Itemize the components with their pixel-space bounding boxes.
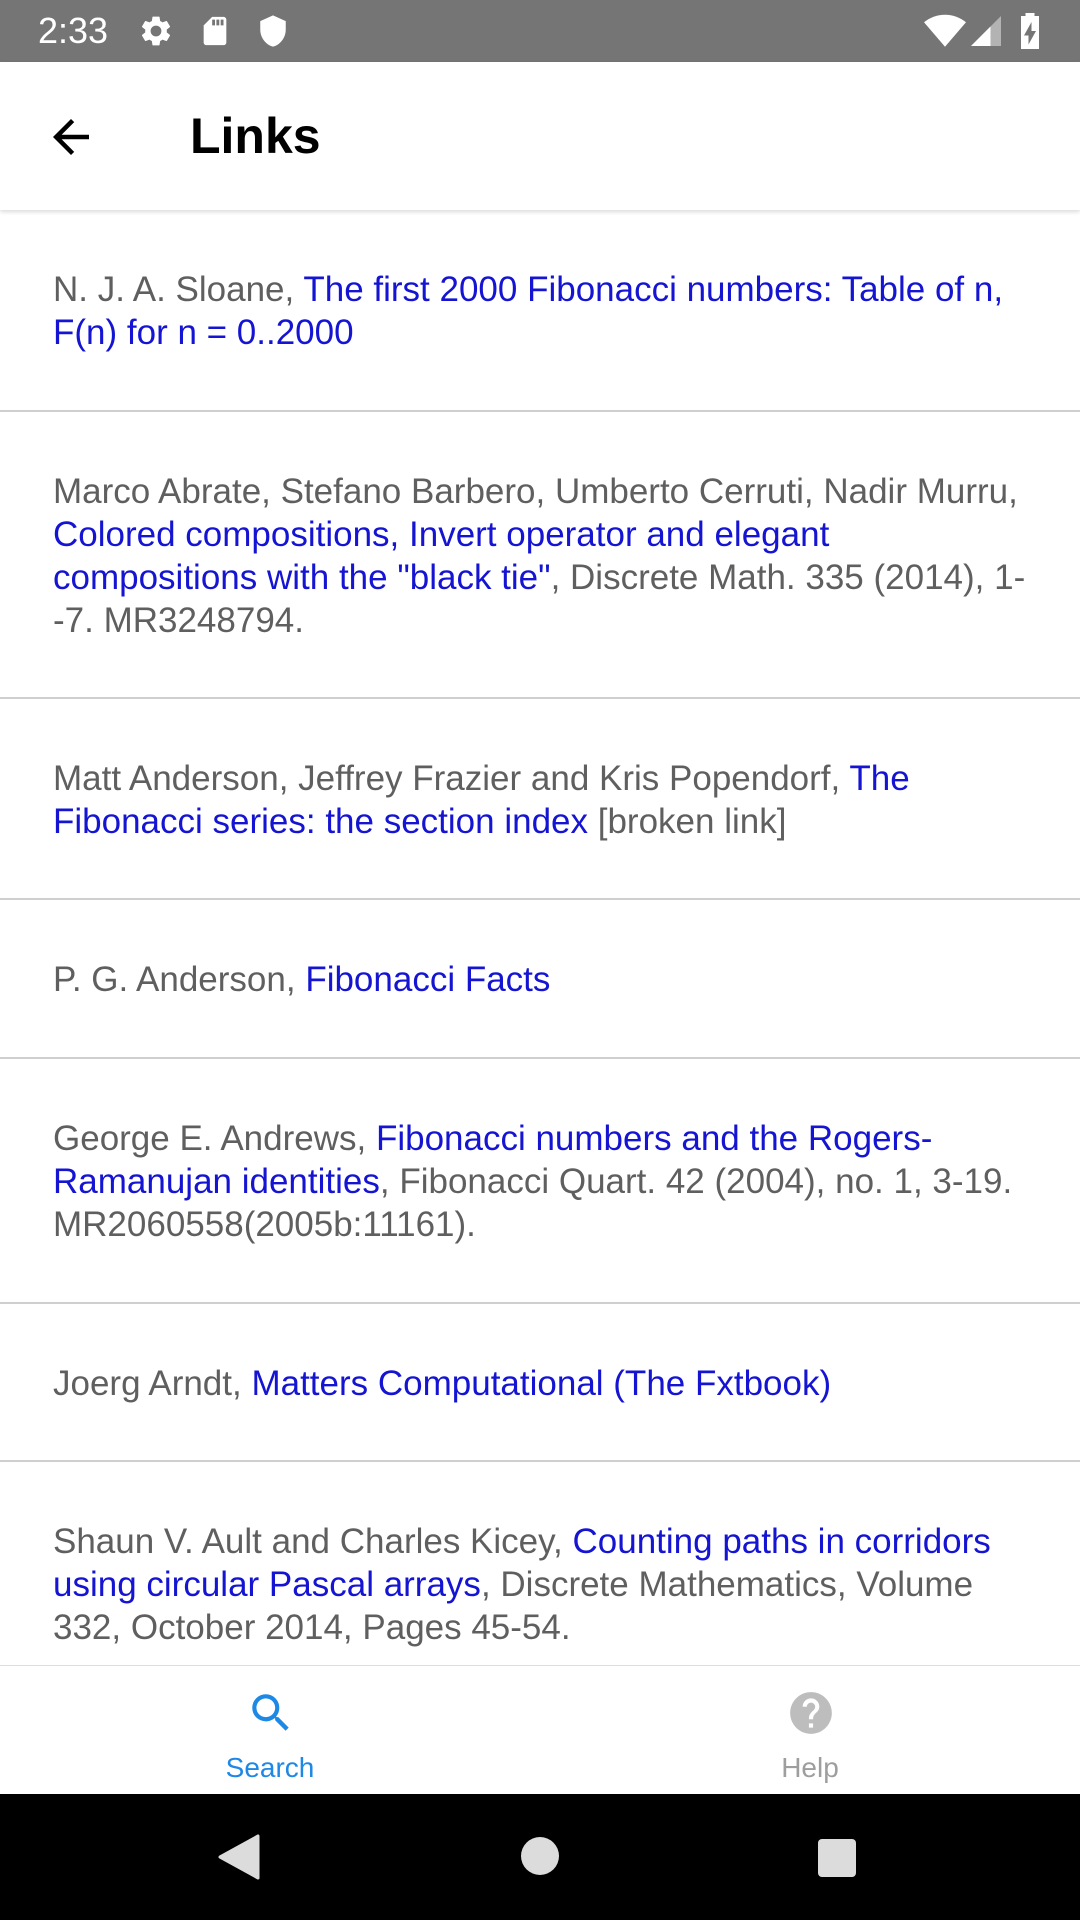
link-citation: Marco Abrate, Stefano Barbero, Umberto C… — [53, 472, 1018, 511]
nav-item-search[interactable]: Search — [0, 1666, 540, 1795]
search-icon — [252, 1694, 289, 1731]
back-triangle-icon[interactable] — [218, 1834, 260, 1880]
gear-icon — [141, 16, 171, 46]
shield-icon — [260, 15, 286, 47]
link-citation: George E. Andrews, — [53, 1119, 376, 1158]
help-icon — [790, 1692, 832, 1734]
arrow-back-icon[interactable] — [44, 110, 98, 164]
list-item: Joerg Arndt, Matters Computational (The … — [0, 1304, 1080, 1462]
bottom-navigation: Search Help — [0, 1665, 1080, 1795]
list-item: N. J. A. Sloane, The first 2000 Fibonacc… — [0, 210, 1080, 412]
sd-card-icon — [203, 16, 227, 46]
recents-square-icon[interactable] — [817, 1838, 857, 1878]
battery-charging-icon — [1021, 13, 1039, 49]
link-citation: Shaun V. Ault and Charles Kicey, — [53, 1522, 573, 1561]
nav-label-help: Help — [781, 1752, 839, 1783]
list-item: Marco Abrate, Stefano Barbero, Umberto C… — [0, 412, 1080, 699]
link-citation: Matt Anderson, Jeffrey Frazier and Kris … — [53, 759, 850, 798]
list-item: Matt Anderson, Jeffrey Frazier and Kris … — [0, 699, 1080, 900]
link-details: [broken link] — [588, 802, 787, 841]
link-citation: P. G. Anderson, — [53, 960, 306, 999]
signal-icon — [971, 16, 1001, 46]
link-citation: Joerg Arndt, — [53, 1364, 252, 1403]
wifi-icon — [924, 14, 966, 47]
list-item: Shaun V. Ault and Charles Kicey, Countin… — [0, 1462, 1080, 1665]
link-citation: N. J. A. Sloane, — [53, 270, 304, 309]
page-title: Links — [190, 108, 321, 164]
status-time: 2:33 — [38, 10, 109, 51]
list-item: P. G. Anderson, Fibonacci Facts — [0, 900, 1080, 1059]
link-title[interactable]: Fibonacci Facts — [305, 960, 550, 999]
nav-label-search: Search — [225, 1752, 315, 1783]
links-list[interactable]: N. J. A. Sloane, The first 2000 Fibonacc… — [0, 210, 1080, 1665]
link-title[interactable]: Matters Computational (The Fxtbook) — [251, 1364, 831, 1403]
list-item: George E. Andrews, Fibonacci numbers and… — [0, 1059, 1080, 1304]
home-circle-icon[interactable] — [520, 1836, 560, 1876]
system-navigation-bar — [0, 1794, 1080, 1920]
nav-item-help[interactable]: Help — [540, 1666, 1080, 1795]
status-bar: 2:33 — [0, 0, 1080, 62]
app-bar: Links — [0, 62, 1080, 210]
